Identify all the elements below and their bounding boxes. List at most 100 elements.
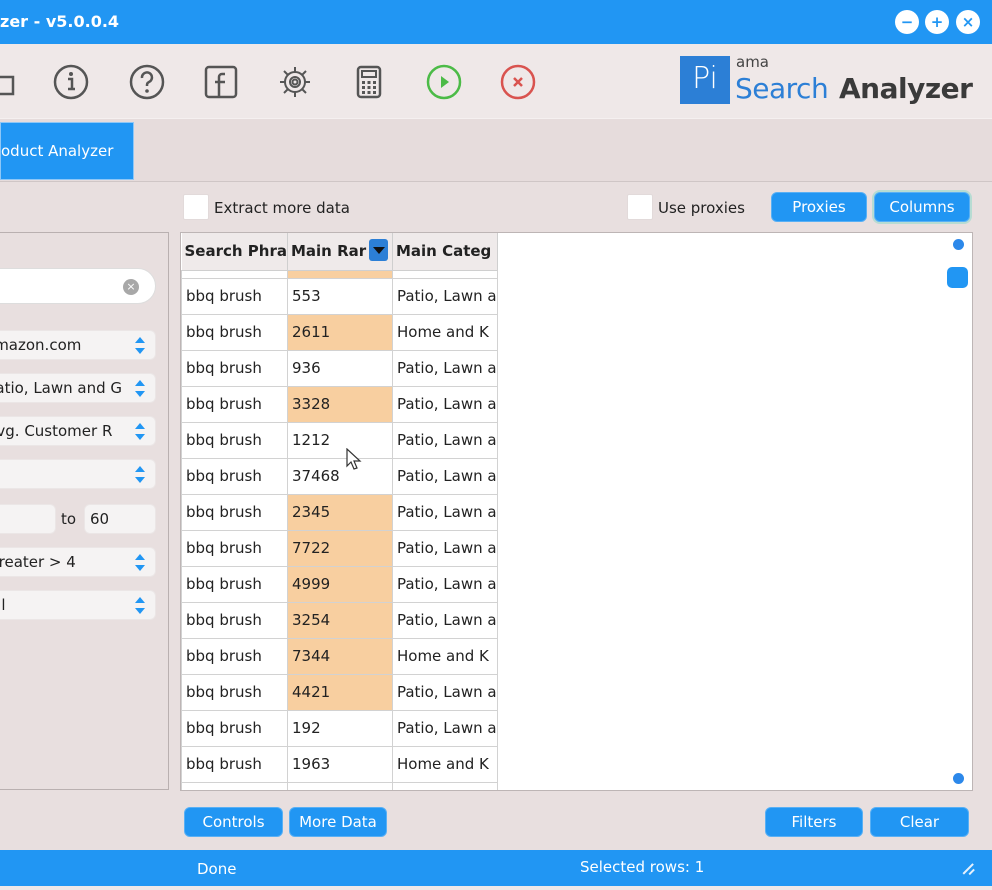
open-folder-button[interactable] [0,63,18,101]
controls-button[interactable]: Controls [184,807,283,837]
cell-main-category: Patio, Lawn a [391,673,498,711]
selected-rows-count: Selected rows: 1 [580,858,705,876]
table-row[interactable]: bbq brush 3254 Patio, Lawn a [181,601,498,639]
cell-main-category: Patio, Lawn a [391,385,498,423]
cell-search-phrase: bbq brush [181,637,288,675]
scroll-up-icon[interactable] [953,239,964,250]
cell-main-rank: 936 [286,349,393,387]
facebook-icon [204,65,238,99]
cell-main-rank: 553 [286,277,393,315]
table-row[interactable]: bbq brush 7722 Patio, Lawn a [181,529,498,567]
logo-analyzer: Analyzer [839,72,973,105]
status-bar: Done Selected rows: 1 [0,850,992,886]
column-header-search-phrase[interactable]: Search Phra [181,233,288,271]
cell-search-phrase: bbq brush [181,385,288,423]
cell-search-phrase: bbq brush [181,493,288,531]
table-row[interactable]: bbq brush 553 Patio, Lawn a [181,277,498,315]
cell-main-category: Patio, Lawn a [391,709,498,747]
cell-main-category: Patio, Lawn a [391,565,498,603]
column-header-main-category[interactable]: Main Categ [392,233,498,271]
header-label: Search Phra [184,242,287,261]
column-header-main-rank[interactable]: Main Rar [287,233,393,271]
cell-main-category: Patio, Lawn a [391,349,498,387]
range-from-input[interactable] [0,504,56,534]
table-row[interactable]: bbq brush 2611 Home and K [181,313,498,351]
search-input[interactable]: × [0,268,156,304]
sort-dropdown-icon[interactable] [368,239,388,261]
start-button[interactable] [425,63,463,101]
category-value: Patio, Lawn and G [0,379,123,397]
table-row[interactable]: bbq brush 4421 Patio, Lawn a [181,673,498,711]
cell-main-category: Patio, Lawn a [391,601,498,639]
range-to-input[interactable]: 60 [84,504,156,534]
table-row[interactable]: bbq brush 1212 Patio, Lawn a [181,421,498,459]
proxies-button[interactable]: Proxies [771,192,867,222]
facebook-button[interactable] [202,63,240,101]
table-row[interactable]: bbq brush 3328 Patio, Lawn a [181,385,498,423]
table-row[interactable]: bbq brush 936 Patio, Lawn a [181,349,498,387]
cell-search-phrase: bbq brush [181,421,288,459]
cell-search-phrase: bbq brush [181,277,288,315]
table-row[interactable]: bbq brush 37468 Patio, Lawn a [181,457,498,495]
sort-select[interactable]: Avg. Customer R [0,416,156,446]
tab-strip: oduct Analyzer [0,118,992,182]
resize-grip-icon[interactable] [962,862,974,874]
count-select[interactable]: 5 [0,459,156,489]
cell [286,269,393,279]
settings-button[interactable] [276,63,314,101]
marketplace-value: amazon.com [0,336,82,354]
rating-filter-select[interactable]: Greater > 4 [0,547,156,577]
table-row[interactable]: bbq brush 2345 Patio, Lawn a [181,493,498,531]
table-row[interactable]: bbq brush 192 Patio, Lawn a [181,709,498,747]
cell-search-phrase: bbq brush [181,457,288,495]
marketplace-select[interactable]: amazon.com [0,330,156,360]
table-row-partial[interactable] [181,781,498,790]
mouse-cursor-icon [346,448,362,470]
filters-button[interactable]: Filters [765,807,863,837]
cell-main-rank: 4421 [286,673,393,711]
cell-main-category: Patio, Lawn a [391,529,498,567]
extract-more-data-label: Extract more data [214,199,350,217]
calculator-icon [356,65,382,99]
spinner-icon [135,597,145,614]
scroll-down-icon[interactable] [953,773,964,784]
stop-icon [500,64,536,100]
type-filter-select[interactable]: All [0,590,156,620]
close-button[interactable]: × [956,10,980,34]
clear-button[interactable]: Clear [870,807,969,837]
scrollbar-thumb[interactable] [947,267,968,288]
cell-main-rank: 4999 [286,565,393,603]
columns-button[interactable]: Columns [874,192,970,222]
table-row-partial[interactable] [181,269,498,279]
close-icon: × [961,13,975,31]
info-button[interactable] [52,63,90,101]
cell-main-rank: 3328 [286,385,393,423]
cell-main-category: Patio, Lawn a [391,277,498,315]
tab-product-analyzer[interactable]: oduct Analyzer [0,122,134,180]
stop-button[interactable] [499,63,537,101]
table-row[interactable]: bbq brush 1963 Home and K [181,745,498,783]
more-data-button[interactable]: More Data [289,807,387,837]
header-label: Main Rar [290,242,367,261]
range-to-label: to [61,510,77,528]
maximize-button[interactable]: + [925,10,949,34]
table-row[interactable]: bbq brush 7344 Home and K [181,637,498,675]
cell-search-phrase: bbq brush [181,313,288,351]
category-select[interactable]: Patio, Lawn and G [0,373,156,403]
clear-search-icon[interactable]: × [123,279,139,295]
results-grid[interactable]: Search Phra Main Rar Main Categ bbq brus… [180,232,973,791]
cell [391,781,498,790]
cell-main-category: Home and K [391,313,498,351]
spinner-icon [135,423,145,440]
cell-search-phrase: bbq brush [181,529,288,567]
cell-main-rank: 192 [286,709,393,747]
type-filter-value: All [0,596,6,614]
extract-more-data-checkbox[interactable] [183,194,209,220]
minimize-button[interactable]: − [895,10,919,34]
results-table: Search Phra Main Rar Main Categ bbq brus… [181,233,498,790]
help-button[interactable] [128,63,166,101]
use-proxies-checkbox[interactable] [627,194,653,220]
table-row[interactable]: bbq brush 4999 Patio, Lawn a [181,565,498,603]
controls-panel: × amazon.com Patio, Lawn and G Avg. Cust… [0,232,169,790]
calculator-button[interactable] [350,63,388,101]
